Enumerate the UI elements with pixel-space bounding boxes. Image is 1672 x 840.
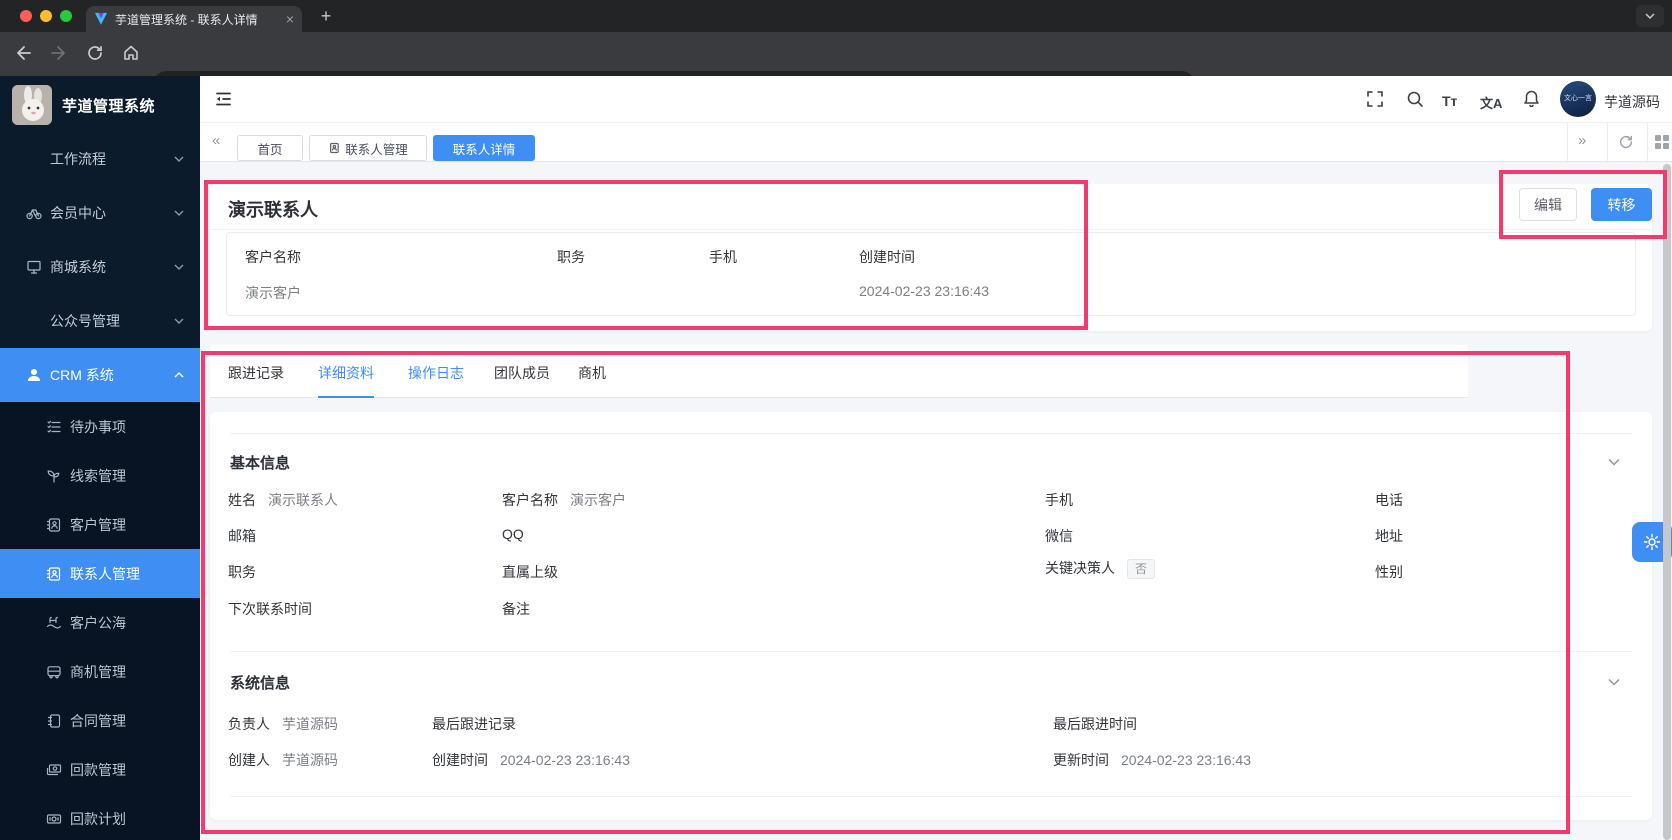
browser-tab-title: 芋道管理系统 - 联系人详情 [115, 12, 258, 27]
chevron-down-icon [174, 318, 184, 324]
browser-toolbar: 127.0.0.1/crm/contact/detail/16 ☆ 6 ☆ ⋮ [0, 32, 1672, 101]
chevron-down-icon [174, 210, 184, 216]
system-info-title: 系统信息 [230, 675, 291, 692]
card-divider [210, 229, 1652, 230]
tag-contact-management[interactable]: 联系人管理 [309, 135, 427, 161]
tab-close-icon[interactable]: × [286, 11, 294, 27]
bike-icon [26, 205, 42, 221]
detail-tabs: 跟进记录 详细资料 操作日志 团队成员 商机 [210, 345, 1468, 398]
page-scrollbar[interactable] [1663, 164, 1671, 840]
todo-list-icon [46, 419, 62, 435]
search-icon[interactable] [1406, 90, 1424, 108]
sidebar-item-mall-system[interactable]: 商城系统 [0, 240, 200, 294]
user-avatar[interactable]: 文心一言 [1560, 81, 1596, 117]
browser-tab-strip: 芋道管理系统 - 联系人详情 × + [0, 0, 1672, 32]
fullscreen-icon[interactable] [1366, 90, 1384, 108]
address-book-icon [46, 566, 62, 582]
chevron-down-icon [174, 156, 184, 162]
sidebar-logo[interactable]: 芋道管理系统 [0, 76, 200, 132]
key-decision-tag: 否 [1127, 559, 1156, 579]
banknote-icon [46, 811, 62, 827]
sidebar-item-public-pool[interactable]: 客户公海 [0, 598, 200, 647]
site-favicon [94, 12, 108, 25]
basic-info-title: 基本信息 [230, 455, 291, 472]
tab-operation-log[interactable]: 操作日志 [408, 363, 464, 383]
section-divider [230, 651, 1632, 652]
monitor-icon [26, 259, 42, 275]
section-divider [230, 796, 1632, 797]
address-book-icon [330, 142, 339, 154]
back-icon[interactable] [14, 44, 32, 62]
detail-info-card: 基本信息 姓名 演示联系人 客户名称 演示客户 手机 电话 邮箱 QQ 微信 地址 … [210, 412, 1652, 820]
address-book-icon [46, 517, 62, 533]
bell-icon[interactable] [1522, 89, 1541, 109]
layout-grid-icon[interactable] [1655, 135, 1669, 149]
logo-rabbit-avatar [12, 85, 52, 125]
tags-scroll-left-icon[interactable]: « [212, 132, 220, 149]
app-title: 芋道管理系统 [62, 98, 156, 115]
window-zoom-button[interactable] [60, 10, 72, 22]
contact-summary-box: 客户名称 演示客户 职务 手机 创建时间 2024-02-23 23:16:43 [226, 232, 1636, 316]
new-tab-button[interactable]: + [314, 4, 338, 28]
contact-summary-card: 演示联系人 客户名称 演示客户 职务 手机 创建时间 2024-02-23 23… [210, 184, 1652, 331]
section-divider [230, 433, 1632, 434]
edit-button[interactable]: 编辑 [1519, 188, 1577, 221]
tagbar-divider [1567, 123, 1568, 161]
tab-detail-info[interactable]: 详细资料 [318, 363, 374, 383]
sidebar-item-leads[interactable]: 线索管理 [0, 451, 200, 500]
sidebar-item-crm-system[interactable]: CRM 系统 [0, 348, 200, 402]
reload-icon[interactable] [86, 44, 104, 62]
chevron-up-icon [174, 372, 184, 378]
tag-home[interactable]: 首页 [237, 135, 303, 161]
waves-icon [46, 615, 62, 631]
sidebar-item-official-account[interactable]: 公众号管理 [0, 294, 200, 348]
refresh-icon[interactable] [1618, 134, 1634, 150]
sidebar-item-todo[interactable]: 待办事项 [0, 402, 200, 451]
active-tab-underline [318, 396, 374, 398]
tab-search-chevron-button[interactable] [1636, 5, 1664, 27]
gear-icon [1643, 533, 1661, 551]
sidebar: 芋道管理系统 工作流程 会员中心 商城系统 公众号管理 CRM 系统 待办事项 … [0, 76, 200, 840]
forward-icon[interactable] [50, 44, 68, 62]
sidebar-item-receivables[interactable]: 回款管理 [0, 745, 200, 794]
person-icon [26, 367, 42, 383]
collapse-chevron-icon[interactable] [1608, 458, 1620, 466]
font-size-icon[interactable]: Tт [1442, 93, 1457, 109]
notebook-icon [46, 713, 62, 729]
sidebar-item-receivable-plan[interactable]: 回款计划 [0, 794, 200, 840]
collapse-chevron-icon[interactable] [1608, 678, 1620, 686]
window-minimize-button[interactable] [40, 10, 52, 22]
tags-scroll-right-icon[interactable]: » [1578, 132, 1586, 149]
sidebar-item-workflow[interactable]: 工作流程 [0, 132, 200, 186]
browser-tab[interactable]: 芋道管理系统 - 联系人详情 × [86, 6, 302, 32]
money-notes-icon [46, 762, 62, 778]
seedling-icon [46, 468, 62, 484]
sidebar-item-member-center[interactable]: 会员中心 [0, 186, 200, 240]
sidebar-item-opportunities[interactable]: 商机管理 [0, 647, 200, 696]
sidebar-item-customers[interactable]: 客户管理 [0, 500, 200, 549]
contact-name-title: 演示联系人 [228, 200, 318, 220]
tagbar-divider [1647, 123, 1648, 161]
tag-contact-detail[interactable]: 联系人详情 [433, 135, 535, 161]
bus-icon [46, 664, 62, 680]
home-icon[interactable] [122, 44, 140, 62]
menu-fold-icon[interactable] [214, 90, 233, 108]
transfer-button[interactable]: 转移 [1591, 188, 1652, 221]
crm-submenu: 待办事项 线索管理 客户管理 联系人管理 客户公海 商机管理 合同管理 回款管理… [0, 402, 200, 840]
sidebar-item-contacts[interactable]: 联系人管理 [0, 549, 200, 598]
chevron-down-icon [174, 264, 184, 270]
tab-team-members[interactable]: 团队成员 [494, 363, 550, 383]
sidebar-item-contracts[interactable]: 合同管理 [0, 696, 200, 745]
tagbar-divider [1607, 123, 1608, 161]
username[interactable]: 芋道源码 [1604, 92, 1660, 112]
tab-business[interactable]: 商机 [578, 363, 606, 383]
tab-follow-records[interactable]: 跟进记录 [228, 363, 284, 383]
locale-icon[interactable]: 文A [1480, 93, 1502, 112]
window-close-button[interactable] [20, 10, 32, 22]
